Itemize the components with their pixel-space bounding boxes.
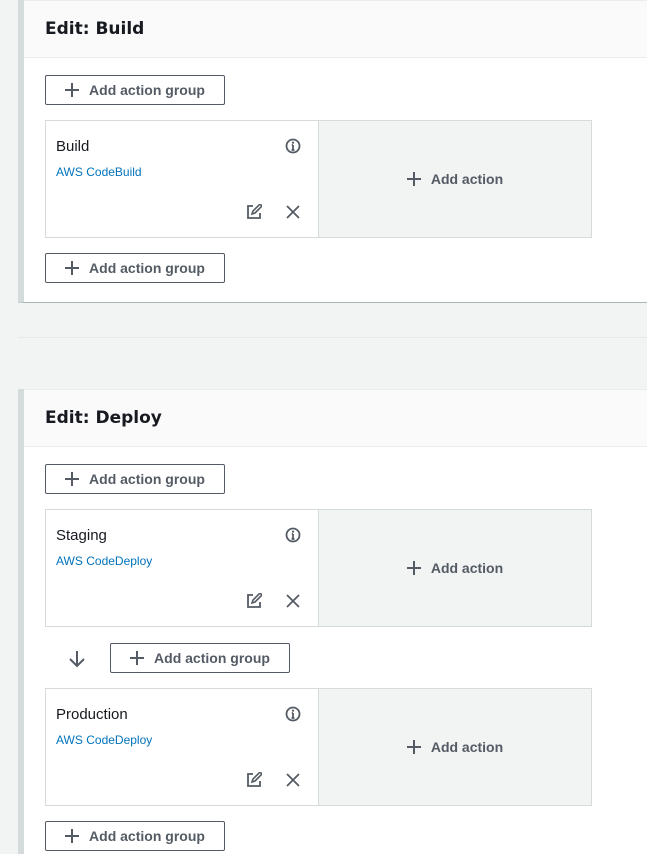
stage-title: Edit: Build (45, 19, 145, 39)
stage-build-panel: Edit: Build Add action group Build AWS C… (18, 0, 647, 303)
add-action-button[interactable]: Add action (319, 689, 591, 805)
plus-icon (65, 83, 80, 97)
info-icon[interactable] (285, 527, 301, 543)
info-icon[interactable] (285, 706, 301, 722)
add-action-group-label: Add action group (89, 471, 205, 487)
arrow-down-icon (69, 651, 85, 668)
close-icon[interactable] (285, 204, 301, 220)
action-provider-link[interactable]: AWS CodeDeploy (56, 554, 152, 568)
action-provider-link[interactable]: AWS CodeBuild (56, 165, 142, 179)
info-icon[interactable] (285, 138, 301, 154)
action-name: Staging (56, 527, 107, 544)
edit-icon[interactable] (246, 772, 262, 788)
stage-deploy-panel: Edit: Deploy Add action group Staging AW… (18, 389, 647, 854)
edit-icon[interactable] (246, 204, 262, 220)
stage-header: Edit: Build (24, 0, 647, 58)
action-card: Production AWS CodeDeploy (46, 689, 319, 805)
action-name: Build (56, 138, 90, 155)
add-action-group-label: Add action group (89, 82, 205, 98)
plus-icon (406, 561, 421, 575)
stage-divider (18, 337, 647, 338)
edit-icon[interactable] (246, 593, 262, 609)
action-provider-link[interactable]: AWS CodeDeploy (56, 733, 152, 747)
close-icon[interactable] (285, 772, 301, 788)
action-card: Build AWS CodeBuild (46, 121, 319, 237)
add-action-group-button[interactable]: Add action group (110, 643, 290, 673)
action-name: Production (56, 706, 128, 723)
add-action-group-label: Add action group (89, 828, 205, 844)
plus-icon (130, 651, 145, 665)
stage-title: Edit: Deploy (45, 408, 162, 428)
action-group: Production AWS CodeDeploy Add action (45, 688, 592, 806)
add-action-group-button[interactable]: Add action group (45, 464, 225, 494)
add-action-group-button[interactable]: Add action group (45, 253, 225, 283)
close-icon[interactable] (285, 593, 301, 609)
plus-icon (406, 740, 421, 754)
add-action-label: Add action (430, 560, 504, 576)
stage-header: Edit: Deploy (24, 389, 647, 447)
add-action-group-button[interactable]: Add action group (45, 821, 225, 851)
add-action-label: Add action (430, 171, 504, 187)
action-group: Staging AWS CodeDeploy Add action (45, 509, 592, 627)
plus-icon (406, 172, 421, 186)
add-action-label: Add action (430, 739, 504, 755)
plus-icon (65, 472, 80, 486)
add-action-group-label: Add action group (89, 260, 205, 276)
plus-icon (65, 829, 80, 843)
add-action-group-button[interactable]: Add action group (45, 75, 225, 105)
add-action-button[interactable]: Add action (319, 510, 591, 626)
add-action-group-label: Add action group (154, 650, 270, 666)
action-group: Build AWS CodeBuild Add action (45, 120, 592, 238)
action-card: Staging AWS CodeDeploy (46, 510, 319, 626)
add-action-button[interactable]: Add action (319, 121, 591, 237)
plus-icon (65, 261, 80, 275)
